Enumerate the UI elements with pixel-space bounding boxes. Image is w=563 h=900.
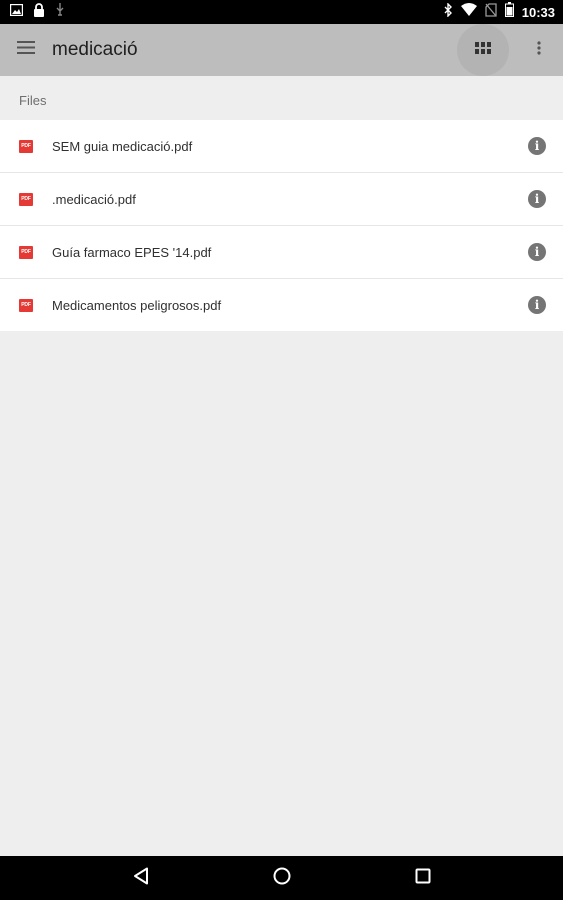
app-bar: medicació (0, 24, 563, 76)
status-left (9, 2, 65, 22)
home-icon (273, 867, 291, 890)
more-vertical-icon (537, 40, 541, 60)
page-title: medicació (52, 39, 138, 60)
bluetooth-icon (444, 1, 453, 22)
lock-icon (33, 2, 45, 22)
file-row[interactable]: PDF Guía farmaco EPES '14.pdf i (0, 226, 563, 279)
image-icon (9, 3, 24, 21)
home-button[interactable] (252, 856, 312, 900)
back-button[interactable] (111, 856, 171, 900)
status-right: 10:33 (444, 1, 555, 22)
file-row[interactable]: PDF SEM guia medicació.pdf i (0, 120, 563, 173)
grid-view-icon (475, 41, 491, 59)
menu-button[interactable] (0, 24, 52, 76)
recents-button[interactable] (393, 856, 453, 900)
file-info-button[interactable]: i (517, 232, 557, 272)
wifi-icon (460, 3, 477, 21)
file-name: SEM guia medicació.pdf (52, 138, 193, 154)
info-icon: i (528, 137, 546, 155)
file-row[interactable]: PDF .medicació.pdf i (0, 173, 563, 226)
navigation-bar (0, 856, 563, 900)
pdf-icon: PDF (19, 192, 33, 206)
status-bar: 10:33 (0, 0, 563, 24)
no-sim-icon (485, 2, 497, 22)
back-icon (133, 867, 149, 890)
info-icon: i (528, 296, 546, 314)
clock: 10:33 (521, 4, 555, 20)
file-info-button[interactable]: i (517, 126, 557, 166)
battery-icon (504, 2, 514, 22)
section-header-files: Files (19, 93, 47, 108)
pdf-icon: PDF (19, 245, 33, 259)
file-row[interactable]: PDF Medicamentos peligrosos.pdf i (0, 279, 563, 331)
file-name: .medicació.pdf (52, 191, 136, 207)
grid-view-button[interactable] (457, 24, 509, 76)
overflow-menu-button[interactable] (519, 24, 559, 76)
usb-icon (55, 2, 65, 22)
file-name: Guía farmaco EPES '14.pdf (52, 244, 212, 260)
file-info-button[interactable]: i (517, 179, 557, 219)
info-icon: i (528, 243, 546, 261)
pdf-icon: PDF (19, 139, 33, 153)
file-name: Medicamentos peligrosos.pdf (52, 297, 222, 313)
pdf-icon: PDF (19, 298, 33, 312)
hamburger-menu-icon (17, 41, 35, 59)
file-info-button[interactable]: i (517, 285, 557, 325)
file-list: PDF SEM guia medicació.pdf i PDF .medica… (0, 120, 563, 331)
info-icon: i (528, 190, 546, 208)
recents-icon (415, 868, 431, 889)
